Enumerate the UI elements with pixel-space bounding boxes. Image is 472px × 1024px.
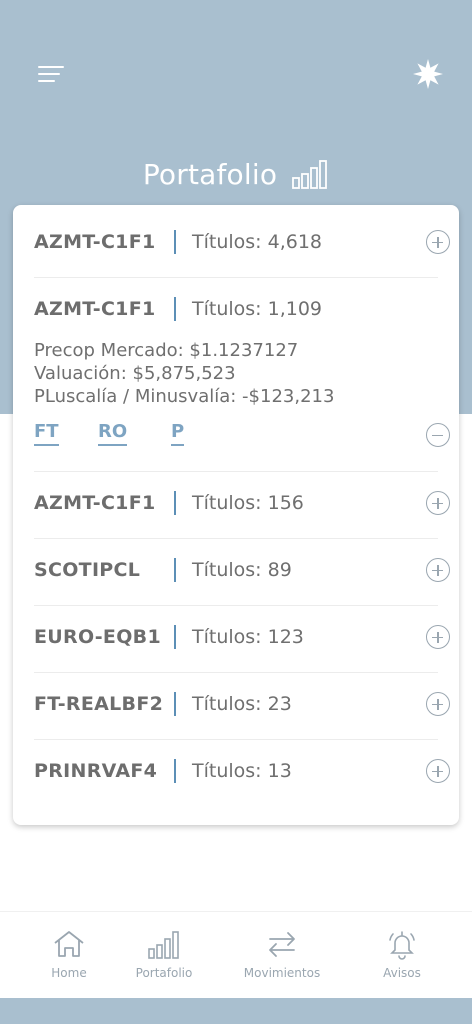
market-price: Precop Mercado: $1.1237127 (34, 340, 299, 361)
nav-label: Portafolio (135, 966, 193, 980)
expand-plus-icon[interactable] (426, 558, 450, 582)
holding-titles: Títulos: 89 (192, 559, 292, 581)
page-title: Portafolio (142, 157, 278, 191)
holding-details: Precop Mercado: $1.1237127 Valuación: $5… (34, 339, 414, 408)
holding-ticker: SCOTIPCL (34, 559, 141, 581)
holding-row[interactable]: AZMT-C1F1 Títulos: 156 (34, 487, 450, 519)
separator (174, 297, 176, 321)
separator (174, 558, 176, 582)
system-bar (0, 998, 472, 1024)
holding-ticker: AZMT-C1F1 (34, 492, 156, 514)
expand-plus-icon[interactable] (426, 692, 450, 716)
divider (34, 538, 438, 539)
bell-icon (389, 931, 415, 960)
holding-row[interactable]: AZMT-C1F1 Títulos: 4,618 (34, 226, 450, 258)
divider (34, 471, 438, 472)
holding-titles: Títulos: 13 (192, 760, 292, 782)
holding-titles: Títulos: 1,109 (192, 298, 323, 320)
divider (34, 672, 438, 673)
nav-movimientos[interactable]: Movimientos (238, 912, 326, 999)
link-p[interactable]: P (171, 421, 185, 446)
holding-titles: Títulos: 123 (192, 626, 304, 648)
collapse-minus-icon[interactable] (426, 423, 450, 447)
bar-chart-icon (292, 160, 328, 189)
nav-label: Movimientos (243, 966, 321, 980)
expand-plus-icon[interactable] (426, 625, 450, 649)
portfolio-card: AZMT-C1F1 Títulos: 4,618 AZMT-C1F1 Títul… (13, 205, 459, 825)
divider (34, 739, 438, 740)
transfer-arrows-icon (269, 932, 295, 957)
page-header: Portafolio (0, 150, 472, 198)
home-icon (54, 931, 84, 957)
holding-ticker: EURO-EQB1 (34, 626, 161, 648)
link-ro[interactable]: RO (98, 421, 128, 446)
expand-plus-icon[interactable] (426, 230, 450, 254)
separator (174, 759, 176, 783)
bar-chart-icon (148, 931, 179, 959)
holding-ticker: PRINRVAF4 (34, 760, 158, 782)
holding-ticker: AZMT-C1F1 (34, 298, 156, 320)
gain-loss: PLuscalía / Minusvalía: -$123,213 (34, 386, 335, 407)
nav-label: Avisos (383, 966, 421, 980)
expand-plus-icon[interactable] (426, 759, 450, 783)
holding-row[interactable]: EURO-EQB1 Títulos: 123 (34, 621, 450, 653)
nav-label: Home (51, 966, 87, 980)
separator (174, 625, 176, 649)
holding-row[interactable]: PRINRVAF4 Títulos: 13 (34, 755, 450, 787)
nav-home[interactable]: Home (36, 912, 102, 999)
holding-ticker: AZMT-C1F1 (34, 231, 156, 253)
holding-ticker: FT-REALBF2 (34, 693, 164, 715)
separator (174, 692, 176, 716)
holding-titles: Títulos: 4,618 (192, 231, 323, 253)
divider (34, 605, 438, 606)
nav-avisos[interactable]: Avisos (370, 912, 434, 999)
link-ft[interactable]: FT (34, 421, 59, 446)
bottom-nav: Home Portafolio Movimientos Avisos (0, 911, 472, 998)
divider (34, 277, 438, 278)
holding-links: FT RO P (34, 419, 450, 451)
nav-portafolio[interactable]: Portafolio (128, 912, 200, 999)
holding-titles: Títulos: 23 (192, 693, 292, 715)
expand-plus-icon[interactable] (426, 491, 450, 515)
holding-row-expanded[interactable]: AZMT-C1F1 Títulos: 1,109 (34, 293, 450, 325)
star-icon[interactable] (412, 58, 444, 90)
valuation: Valuación: $5,875,523 (34, 363, 236, 384)
holding-row[interactable]: FT-REALBF2 Títulos: 23 (34, 688, 450, 720)
menu-icon[interactable] (38, 66, 64, 84)
separator (174, 491, 176, 515)
holding-titles: Títulos: 156 (192, 492, 304, 514)
holding-row[interactable]: SCOTIPCL Títulos: 89 (34, 554, 450, 586)
separator (174, 230, 176, 254)
